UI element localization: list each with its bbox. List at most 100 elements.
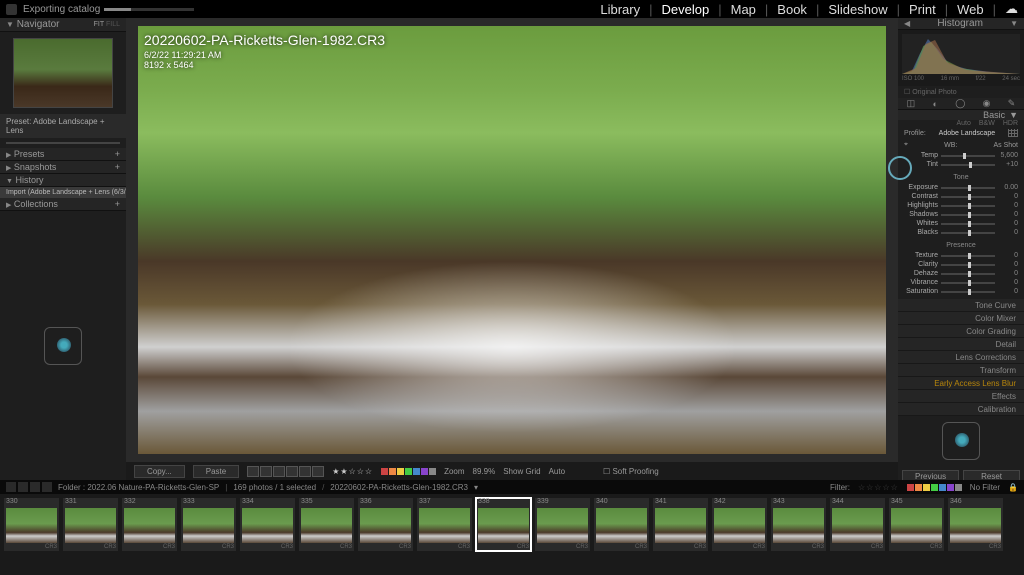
thumbnail[interactable]: 337CR3 (417, 498, 472, 551)
filter-preset[interactable]: No Filter (970, 483, 1000, 492)
thumbnail[interactable]: 331CR3 (63, 498, 118, 551)
filmstrip[interactable]: 330CR3331CR3332CR3333CR3334CR3335CR3336C… (0, 494, 1024, 555)
thumbnail[interactable]: 333CR3 (181, 498, 236, 551)
module-slideshow[interactable]: Slideshow (828, 2, 887, 17)
history-section[interactable]: ▼ History (0, 174, 126, 187)
thumbnail[interactable]: 339CR3 (535, 498, 590, 551)
dimensions: 8192 x 5464 (144, 60, 385, 70)
histogram[interactable]: ▲ ▲ ISO 10016 mmf/2224 sec (898, 30, 1024, 86)
rating-stars[interactable]: ★★☆☆☆ (332, 467, 373, 476)
bw-mode[interactable]: B&W (979, 120, 995, 127)
navigator-header[interactable]: ▼ Navigator FIT FILL (0, 18, 126, 32)
panel-tone-curve[interactable]: Tone Curve (898, 299, 1024, 312)
profile-browser-icon[interactable] (1008, 129, 1018, 137)
panel-lens-blur[interactable]: Early Access Lens Blur (898, 377, 1024, 390)
softproof-label[interactable]: Soft Proofing (612, 467, 658, 476)
photo-count: 169 photos / 1 selected (233, 483, 316, 492)
previous-button[interactable]: Previous (902, 470, 959, 480)
selected-file: 20220602-PA-Ricketts-Glen-1982.CR3 (330, 483, 468, 492)
tool-strip[interactable]: ◫◐◯◉✎ (898, 98, 1024, 110)
preset-amount-slider[interactable] (0, 138, 126, 148)
brush-icon: ✎ (1008, 98, 1016, 109)
zoom-label: Zoom (444, 467, 464, 476)
shadows-slider[interactable] (941, 214, 995, 216)
module-develop[interactable]: Develop (662, 2, 710, 17)
loupe-toolbar: Copy... Paste ★★☆☆☆ Zoom 89.9% Show Grid… (126, 462, 898, 480)
presets-section[interactable]: ▶ Presets+ (0, 148, 126, 161)
profile-row[interactable]: Profile: Adobe Landscape (898, 127, 1024, 139)
redeye-icon: ◉ (983, 98, 991, 109)
module-book[interactable]: Book (777, 2, 807, 17)
module-picker: Library|Develop|Map|Book|Slideshow|Print… (600, 1, 1018, 17)
thumbnail[interactable]: 336CR3 (358, 498, 413, 551)
thumbnail[interactable]: 335CR3 (299, 498, 354, 551)
vibrance-slider[interactable] (941, 282, 995, 284)
tint-slider[interactable] (941, 164, 995, 166)
view-mode-icons[interactable] (247, 466, 324, 477)
photo-viewport[interactable]: 20220602-PA-Ricketts-Glen-1982.CR3 6/2/2… (126, 18, 898, 462)
panel-lens-corrections[interactable]: Lens Corrections (898, 351, 1024, 364)
panel-calibration[interactable]: Calibration (898, 403, 1024, 416)
thumbnail[interactable]: 343CR3 (771, 498, 826, 551)
basic-panel-header[interactable]: Basic ▼ (898, 110, 1024, 120)
reset-button[interactable]: Reset (963, 470, 1020, 480)
color-labels[interactable] (381, 468, 436, 475)
panel-effects[interactable]: Effects (898, 390, 1024, 403)
thumbnail[interactable]: 334CR3 (240, 498, 295, 551)
mask-icon: ◯ (955, 98, 965, 109)
navigator-preview[interactable] (0, 32, 126, 114)
cloud-sync-icon[interactable]: ☁ (1005, 1, 1018, 17)
paste-button[interactable]: Paste (193, 465, 239, 478)
blacks-slider[interactable] (941, 232, 995, 234)
thumbnail[interactable]: 340CR3 (594, 498, 649, 551)
histogram-header[interactable]: ◀Histogram▼ (898, 18, 1024, 30)
whites-slider[interactable] (941, 223, 995, 225)
secondary-toolbar: Folder : 2022.06 Nature-PA-Ricketts-Glen… (0, 480, 1024, 494)
clarity-slider[interactable] (941, 264, 995, 266)
module-library[interactable]: Library (600, 2, 640, 17)
snapshots-section[interactable]: ▶ Snapshots+ (0, 161, 126, 174)
eyedropper-icon[interactable]: ⌖ (904, 141, 908, 149)
window-icons[interactable] (6, 482, 52, 492)
module-web[interactable]: Web (957, 2, 984, 17)
panel-color-grading[interactable]: Color Grading (898, 325, 1024, 338)
thumbnail[interactable]: 345CR3 (889, 498, 944, 551)
thumbnail[interactable]: 344CR3 (830, 498, 885, 551)
saturation-slider[interactable] (941, 291, 995, 293)
copy-button[interactable]: Copy... (134, 465, 185, 478)
folder-path[interactable]: Folder : 2022.06 Nature-PA-Ricketts-Glen… (58, 483, 219, 492)
history-item[interactable]: Import (Adobe Landscape + Lens (6/3/22 3… (0, 187, 126, 198)
texture-slider[interactable] (941, 255, 995, 257)
auto-label[interactable]: Auto (549, 467, 565, 476)
exposure-slider[interactable] (941, 187, 995, 189)
temp-slider[interactable] (941, 155, 995, 157)
zoom-value: 89.9% (473, 467, 496, 476)
contrast-slider[interactable] (941, 196, 995, 198)
thumbnail[interactable]: 338CR3 (476, 498, 531, 551)
thumbnail[interactable]: 330CR3 (4, 498, 59, 551)
thumbnail[interactable]: 341CR3 (653, 498, 708, 551)
filter-lock-icon[interactable]: 🔒 (1008, 483, 1018, 492)
highlights-slider[interactable] (941, 205, 995, 207)
left-panel: ▼ Navigator FIT FILL Preset: Adobe Lands… (0, 18, 126, 480)
panel-detail[interactable]: Detail (898, 338, 1024, 351)
thumbnail[interactable]: 332CR3 (122, 498, 177, 551)
identity-plate-right (898, 416, 1024, 466)
show-grid-label[interactable]: Show Grid (503, 467, 540, 476)
module-map[interactable]: Map (731, 2, 756, 17)
thumbnail[interactable]: 342CR3 (712, 498, 767, 551)
thumbnail[interactable]: 346CR3 (948, 498, 1003, 551)
auto-mode[interactable]: Auto (956, 120, 970, 127)
panel-transform[interactable]: Transform (898, 364, 1024, 377)
filter-stars[interactable]: ☆☆☆☆☆ (858, 483, 899, 492)
dehaze-slider[interactable] (941, 273, 995, 275)
panel-color-mixer[interactable]: Color Mixer (898, 312, 1024, 325)
wb-dropdown[interactable]: As Shot (993, 142, 1018, 149)
heal-icon: ◐ (932, 99, 937, 109)
wb-eyedropper-highlight (888, 156, 912, 180)
export-progress: Exporting catalog (23, 4, 194, 15)
hdr-mode[interactable]: HDR (1003, 120, 1018, 127)
collections-section[interactable]: ▶ Collections+ (0, 198, 126, 211)
module-print[interactable]: Print (909, 2, 936, 17)
identity-plate (0, 211, 126, 480)
